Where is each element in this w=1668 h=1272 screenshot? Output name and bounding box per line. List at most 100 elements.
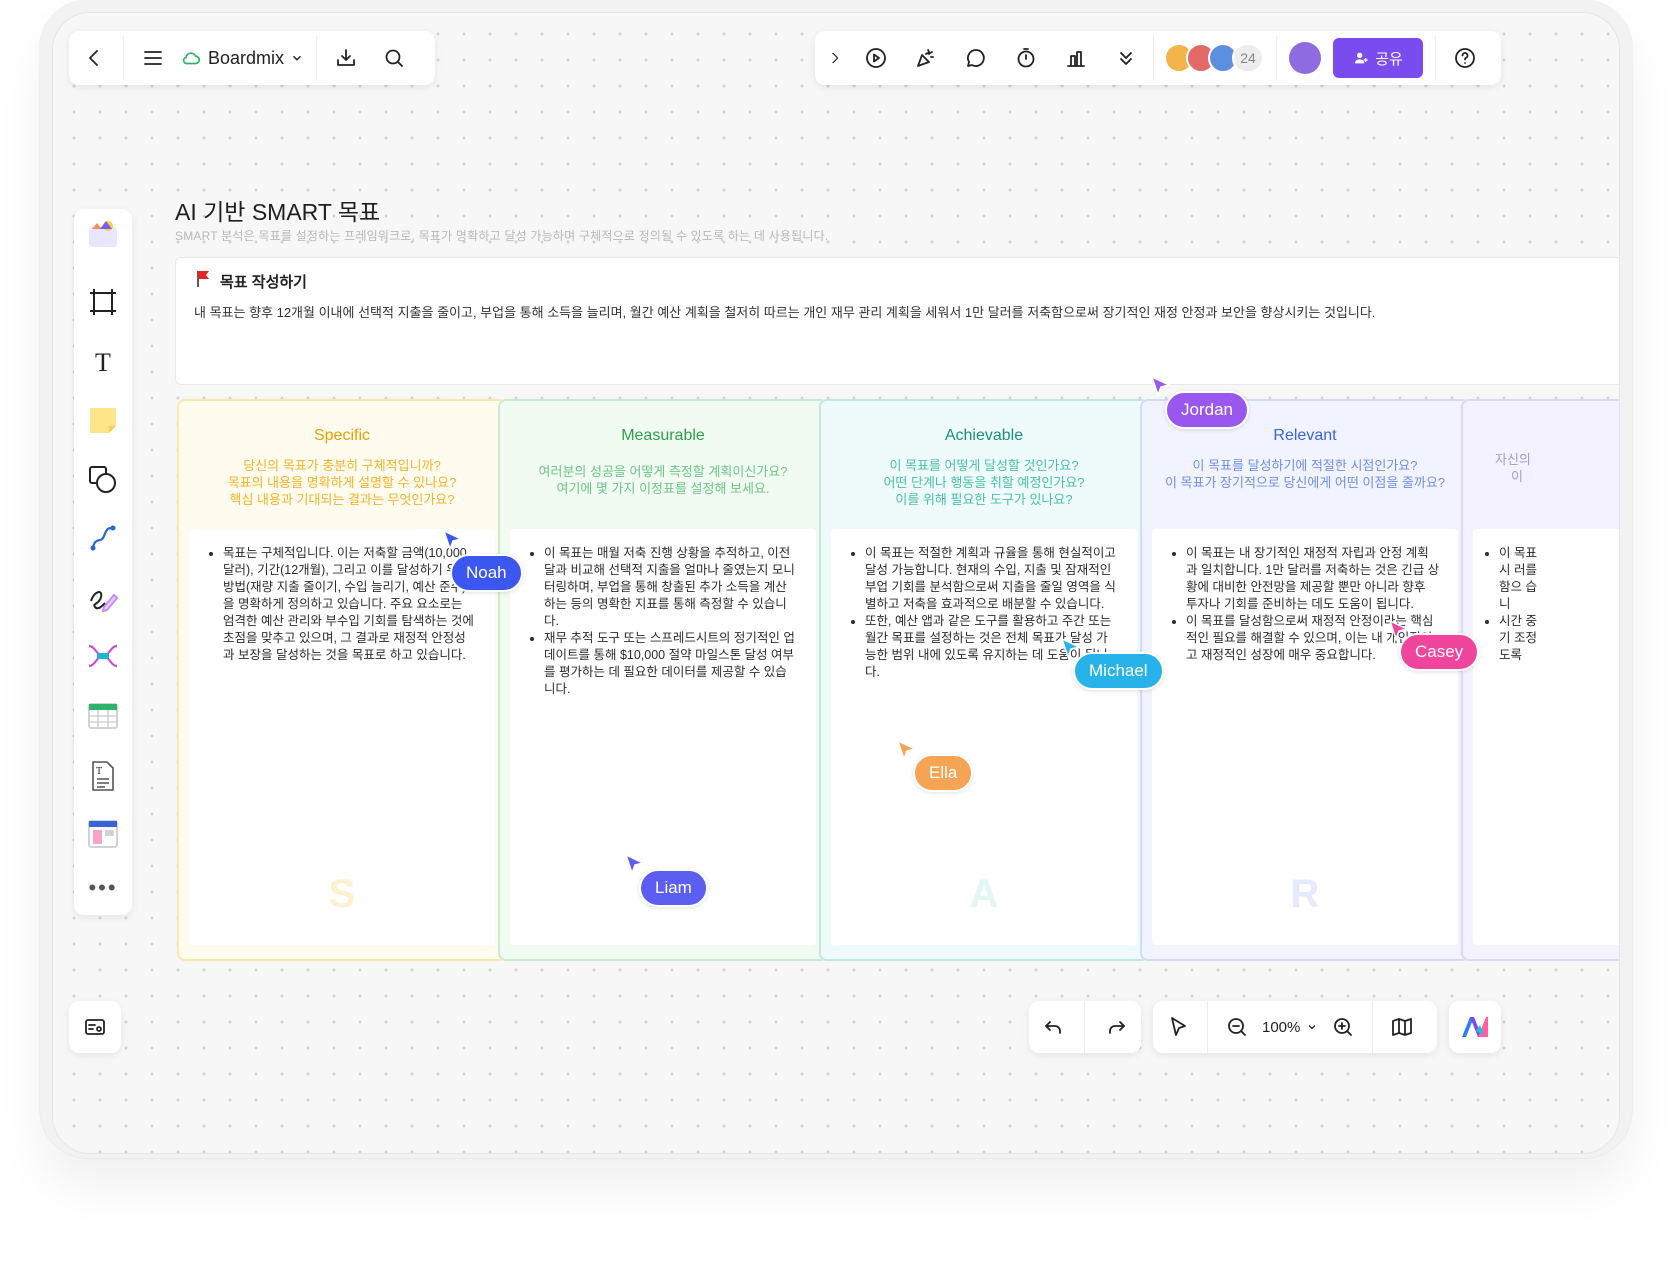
collaborator-badge-michael: Michael (1073, 652, 1164, 690)
zoom-level-dropdown[interactable]: 100% (1262, 1019, 1318, 1036)
undo-icon[interactable] (1036, 1010, 1070, 1044)
card-bullets: 이 목표 시 러를 함으 습니 시간 중 기 조정 도록 (1499, 545, 1539, 664)
board-name-dropdown[interactable]: Boardmix (180, 47, 304, 69)
divider (1435, 36, 1436, 80)
frame-tool[interactable] (84, 285, 122, 323)
chevron-down-icon (290, 51, 304, 65)
goal-text: 내 목표는 향후 12개월 이내에 선택적 지출을 줄이고, 부업을 통해 소득… (194, 305, 1376, 320)
more-horizontal-icon: ••• (88, 875, 118, 900)
map-icon[interactable] (1385, 1010, 1419, 1044)
text-icon: T (86, 345, 120, 384)
cloud-icon (180, 47, 202, 69)
divider (1207, 1001, 1208, 1053)
card-question: 목표의 내용을 명확하게 설명할 수 있나요? (227, 475, 457, 490)
mindmap-tool[interactable] (84, 639, 122, 677)
card-bullet: 목표는 구체적입니다. 이는 저축할 금액(10,000달러), 기간(12개월… (223, 545, 477, 664)
add-user-icon (1353, 50, 1369, 66)
card-bullets: 이 목표는 매월 저축 진행 상황을 추적하고, 이전 달과 비교해 선택적 지… (544, 545, 798, 698)
sticky-note-tool[interactable] (84, 403, 122, 441)
zoom-in-icon[interactable] (1326, 1010, 1360, 1044)
svg-text:T: T (96, 766, 102, 777)
page-subtitle: SMART 분석은 목표를 설정하는 프레임워크로, 목표가 명확하고 달성 가… (175, 229, 829, 243)
card-timebound-partial[interactable]: 자신의 이 이 목표 시 러를 함으 습니 시간 중 기 조정 도록 (1461, 399, 1619, 961)
cursor-icon (896, 739, 918, 762)
svg-text:T: T (95, 348, 111, 377)
card-question: 어떤 단계나 행동을 취할 예정인가요? (883, 475, 1085, 490)
card-question: 이 목표를 달성하기에 적절한 시점인가요? (1192, 458, 1418, 473)
ai-panel (1449, 1001, 1501, 1053)
help-icon[interactable] (1448, 41, 1482, 75)
more-down-icon[interactable] (1109, 41, 1143, 75)
pen-tool[interactable] (84, 581, 122, 619)
flag-icon (196, 270, 210, 292)
card-question: 자신의 (1495, 452, 1531, 467)
layout-tool[interactable] (84, 817, 122, 855)
comment-icon[interactable] (959, 41, 993, 75)
play-icon[interactable] (859, 41, 893, 75)
card-specific[interactable]: Specific 당신의 목표가 충분히 구체적입니까? 목표의 내용을 명확하… (177, 399, 507, 961)
document-icon: T (86, 759, 120, 798)
shape-tool[interactable] (84, 463, 122, 501)
divider (316, 36, 318, 80)
canvas[interactable]: Boardmix 24 공유 T T ••• AI 기반 SMART 목표 SM… (52, 12, 1620, 1154)
card-questions: 자신의 이 (1483, 451, 1531, 485)
select-cursor-icon[interactable] (1161, 1010, 1195, 1044)
page-title: AI 기반 SMART 목표 (175, 199, 381, 225)
cursor-icon (624, 853, 646, 876)
table-icon (86, 699, 120, 738)
collaborator-badge-noah: Noah (450, 554, 523, 592)
card-relevant[interactable]: Relevant 이 목표를 달성하기에 적절한 시점인가요? 이 목표가 장기… (1140, 399, 1470, 961)
frame-icon (86, 285, 120, 324)
table-tool[interactable] (84, 699, 122, 737)
download-icon[interactable] (329, 41, 363, 75)
card-bullet: 재무 추적 도구 또는 스프레드시트의 정기적인 업데이트를 통해 $10,00… (544, 630, 798, 698)
more-tools[interactable]: ••• (84, 869, 122, 907)
share-button[interactable]: 공유 (1333, 38, 1423, 78)
collaborator-avatars[interactable]: 24 (1164, 43, 1264, 73)
card-letter: A (969, 872, 999, 916)
card-bullet: 시간 중 기 조정 도록 (1499, 613, 1539, 664)
vote-icon[interactable] (1059, 41, 1093, 75)
card-bullet: 이 목표는 내 장기적인 재정적 자립과 안정 계획과 일치합니다. 1만 달러… (1186, 545, 1440, 613)
card-questions: 이 목표를 달성하기에 적절한 시점인가요? 이 목표가 장기적으로 당신에게 … (1154, 457, 1456, 491)
zoom-panel: 100% (1153, 1001, 1437, 1053)
collaborator-badge-jordan: Jordan (1165, 391, 1249, 429)
divider (123, 36, 124, 80)
card-body: 이 목표는 내 장기적인 재정적 자립과 안정 계획과 일치합니다. 1만 달러… (1152, 529, 1458, 945)
top-left-toolbar: Boardmix (69, 31, 435, 85)
celebrate-icon[interactable] (909, 41, 943, 75)
chevron-right-icon[interactable] (823, 41, 847, 75)
divider (1372, 1001, 1374, 1053)
card-question: 이를 위해 필요한 도구가 있나요? (895, 492, 1073, 507)
card-title: Relevant (1273, 427, 1337, 444)
top-right-toolbar: 24 공유 (815, 31, 1501, 85)
card-questions: 이 목표를 어떻게 달성할 것인가요? 어떤 단계나 행동을 취할 예정인가요?… (833, 457, 1135, 508)
back-icon[interactable] (77, 41, 111, 75)
card-title: Achievable (944, 427, 1024, 444)
template-tool[interactable] (84, 217, 122, 255)
menu-icon[interactable] (136, 41, 170, 75)
connector-tool[interactable] (84, 521, 122, 559)
connector-icon (86, 521, 120, 560)
left-toolbar: T T ••• (74, 209, 132, 915)
zoom-out-icon[interactable] (1220, 1010, 1254, 1044)
redo-icon[interactable] (1100, 1010, 1134, 1044)
goal-heading: 목표 작성하기 (196, 270, 307, 292)
minimap-panel (69, 1001, 121, 1053)
text-tool[interactable]: T (84, 345, 122, 383)
avatar[interactable] (1289, 42, 1321, 74)
pen-icon (86, 581, 120, 620)
card-title: Measurable (621, 427, 705, 444)
card-question: 핵심 내용과 기대되는 결과는 무엇인가요? (229, 492, 455, 507)
minimap-icon[interactable] (78, 1010, 112, 1044)
search-icon[interactable] (377, 41, 411, 75)
card-question: 당신의 목표가 충분히 구체적입니까? (243, 458, 441, 473)
card-question: 이 목표가 장기적으로 당신에게 어떤 이점을 줄까요? (1164, 475, 1446, 490)
goal-box[interactable]: 목표 작성하기 내 목표는 향후 12개월 이내에 선택적 지출을 줄이고, 부… (175, 257, 1619, 385)
ai-assistant-icon[interactable] (1460, 1015, 1490, 1039)
document-tool[interactable]: T (84, 759, 122, 797)
card-bullet: 이 목표는 매월 저축 진행 상황을 추적하고, 이전 달과 비교해 선택적 지… (544, 545, 798, 630)
divider (1084, 1001, 1086, 1053)
timer-icon[interactable] (1009, 41, 1043, 75)
mindmap-icon (86, 639, 120, 678)
